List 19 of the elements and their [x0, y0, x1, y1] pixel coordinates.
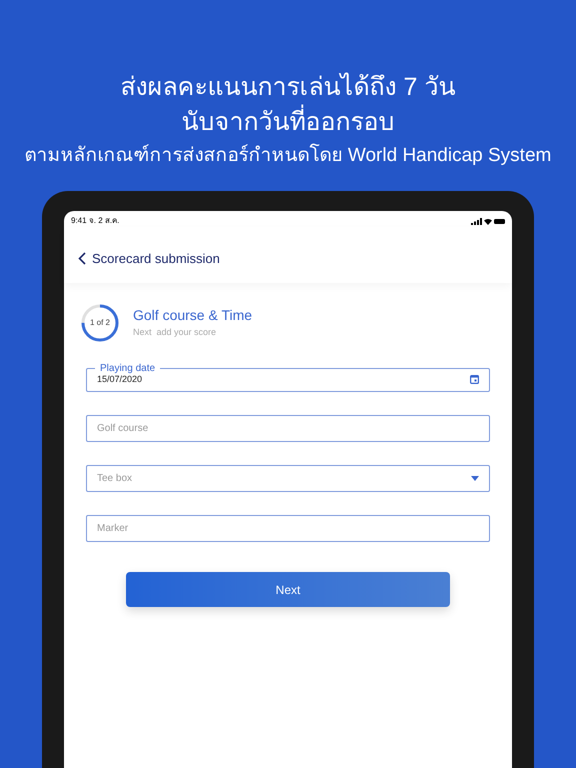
field-label: Playing date — [99, 362, 156, 374]
next-button[interactable]: Next — [126, 572, 450, 607]
date-value: 15/07/2020 — [97, 374, 142, 386]
headline: ส่งผลคะแนนการเล่นได้ถึง 7 วัน — [120, 72, 456, 103]
step-title: Golf course & Time — [133, 306, 252, 326]
step-counter: 1 of 2 — [90, 316, 110, 328]
date-field[interactable]: Playing date 15/07/2020 — [86, 362, 490, 392]
subheadline: ตามหลักเกณฑ์การส่งสกอร์กำหนดโดย World Handicap System — [24, 142, 552, 168]
select-field[interactable]: Tee box — [86, 465, 490, 492]
calendar-icon[interactable] — [470, 374, 479, 384]
page-title: Scorecard submission — [92, 250, 220, 268]
back-icon[interactable] — [78, 252, 86, 266]
input-field[interactable]: Golf course — [86, 415, 490, 442]
headline: นับจากวันที่ออกรอบ — [181, 105, 394, 140]
status-time: 9:41 จ. 2 ส.ค. — [71, 215, 120, 227]
input-field[interactable]: Marker — [86, 515, 490, 542]
step-subtitle: Next add your score — [133, 326, 218, 340]
caret-icon — [471, 476, 479, 481]
status-icons — [471, 218, 505, 224]
